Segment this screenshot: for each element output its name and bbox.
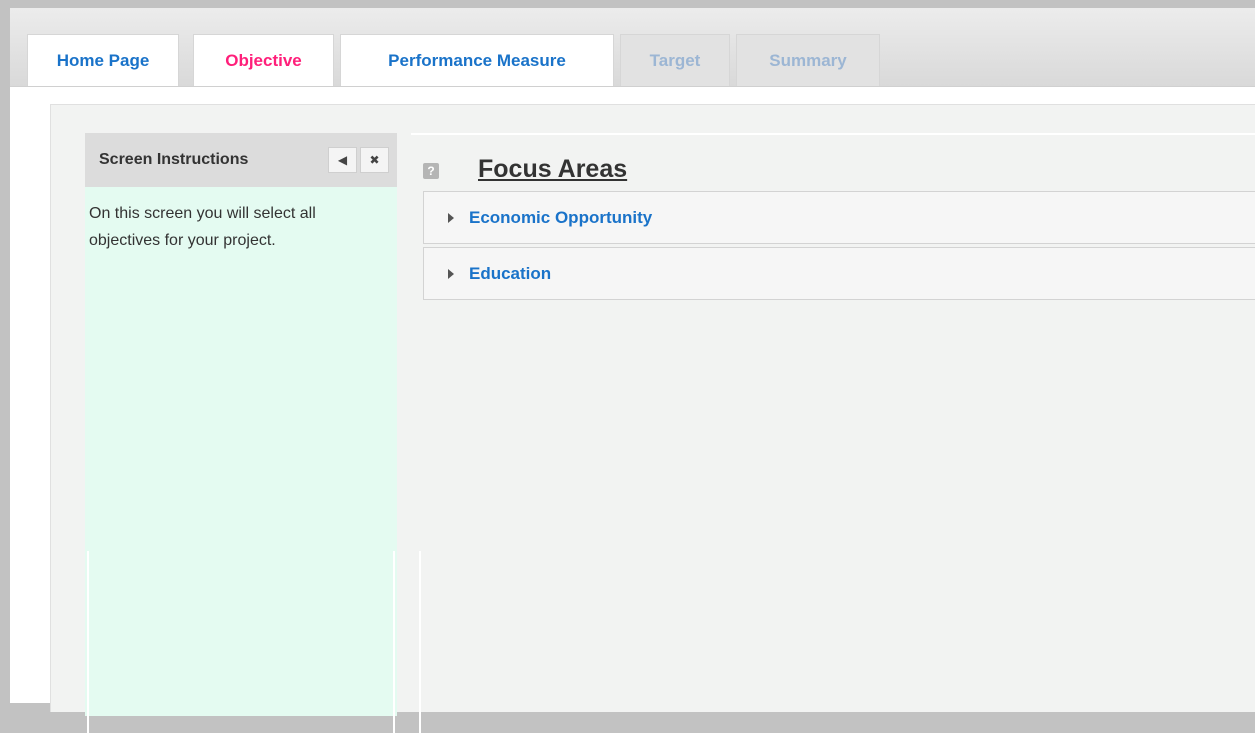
expand-arrow-icon bbox=[448, 212, 454, 223]
collapse-left-icon[interactable]: ◀ bbox=[328, 147, 357, 173]
tab-target: Target bbox=[620, 34, 730, 86]
focus-areas-panel: ? Focus Areas Economic Opportunity Educa… bbox=[411, 133, 1255, 713]
screen-instructions-panel: Screen Instructions ◀ ✖ On this screen y… bbox=[85, 133, 397, 733]
tab-bar: Home Page Objective Performance Measure … bbox=[10, 8, 1255, 87]
instructions-header: Screen Instructions ◀ ✖ bbox=[85, 133, 397, 187]
panel-divider bbox=[393, 551, 395, 733]
instructions-title: Screen Instructions bbox=[99, 151, 249, 168]
panel-divider bbox=[87, 551, 89, 733]
expand-arrow-icon bbox=[448, 268, 454, 279]
accordion-item-education[interactable]: Education bbox=[423, 247, 1255, 300]
main-content: Screen Instructions ◀ ✖ On this screen y… bbox=[50, 104, 1255, 733]
accordion-label: Economic Opportunity bbox=[469, 207, 653, 227]
tab-objective[interactable]: Objective bbox=[193, 34, 334, 86]
help-icon[interactable]: ? bbox=[423, 163, 439, 179]
tab-home-page[interactable]: Home Page bbox=[27, 34, 179, 86]
instructions-controls: ◀ ✖ bbox=[328, 147, 389, 173]
close-icon[interactable]: ✖ bbox=[360, 147, 389, 173]
accordion-item-economic-opportunity[interactable]: Economic Opportunity bbox=[423, 191, 1255, 244]
focus-areas-title: Focus Areas bbox=[478, 155, 628, 183]
app-frame: Home Page Objective Performance Measure … bbox=[10, 8, 1255, 733]
tab-summary: Summary bbox=[736, 34, 880, 86]
accordion-label: Education bbox=[469, 263, 552, 283]
tab-performance-measure[interactable]: Performance Measure bbox=[340, 34, 614, 86]
instructions-text: On this screen you will select all objec… bbox=[89, 205, 316, 249]
